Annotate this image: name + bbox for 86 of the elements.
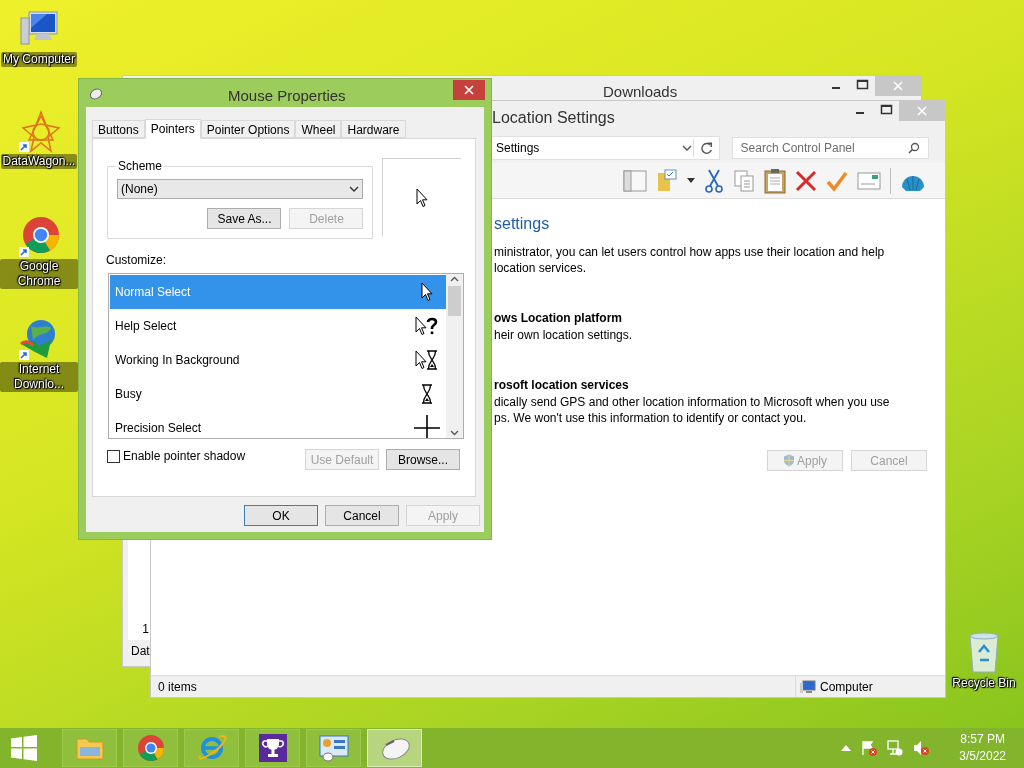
panel-layout-icon[interactable]	[623, 169, 647, 192]
network-icon[interactable]	[887, 740, 904, 756]
caret-down-icon[interactable]	[687, 177, 695, 184]
status-text: 0 items	[157, 678, 198, 696]
desktop-shortcut[interactable]: Google Chrome	[0, 215, 78, 289]
scissors-icon[interactable]	[704, 168, 724, 193]
description-line: ministrator, you can let users control how apps use their location and help	[494, 244, 886, 260]
trophy-icon	[258, 734, 287, 762]
table-cell-text: 1	[141, 621, 150, 638]
tab[interactable]: Wheel	[295, 120, 342, 138]
arrow-pointer-icon	[415, 187, 429, 208]
chevron-down-icon	[349, 185, 360, 193]
chrome-icon	[17, 215, 61, 259]
window-title: Mouse Properties	[228, 86, 346, 106]
cursor-row[interactable]: Working In Background	[110, 343, 446, 377]
tab[interactable]: Buttons	[92, 120, 145, 138]
shortcut-label: Google Chrome	[0, 259, 78, 289]
group-label: Scheme	[117, 158, 164, 175]
tab[interactable]: Hardware	[341, 120, 406, 138]
computer-icon	[800, 679, 816, 694]
caret-up-icon[interactable]	[841, 745, 852, 751]
speaker-muted-icon[interactable]	[913, 740, 930, 756]
checkbox[interactable]	[107, 449, 120, 463]
dialog-button[interactable]: Browse...	[386, 449, 460, 470]
cursor-row[interactable]: Busy	[110, 377, 446, 411]
chevron-down-icon	[450, 430, 459, 436]
search-field[interactable]: Search Control Panel	[731, 137, 929, 159]
folder-check-icon[interactable]	[656, 168, 678, 193]
close-icon	[893, 81, 903, 91]
window-title: Location Settings	[492, 108, 615, 128]
desktop-shortcut[interactable]: Internet Downlo...	[0, 318, 78, 392]
clipboard-icon[interactable]	[764, 167, 786, 194]
close-icon	[917, 106, 927, 116]
cursor-row[interactable]: Help Select	[110, 309, 446, 343]
shield-icon	[783, 454, 795, 467]
page-heading: settings	[494, 214, 551, 234]
windows-logo-icon	[11, 735, 37, 761]
ie-icon	[196, 734, 227, 762]
section-title: rosoft location services	[494, 377, 630, 394]
hourglass-icon	[420, 383, 434, 405]
shortcut-label: Internet Downlo...	[0, 362, 78, 392]
control-panel-icon	[317, 734, 350, 762]
dialog-button[interactable]: OK	[244, 505, 318, 526]
arrow-pointer-icon	[420, 282, 434, 302]
shortcut-label: My Computer	[1, 52, 77, 67]
working-pointer-icon	[415, 350, 439, 370]
window-title: Downloads	[603, 82, 678, 102]
shortcut-label: DataWagon...	[0, 154, 78, 169]
description-line: location services.	[494, 260, 588, 276]
close-icon	[464, 85, 474, 95]
section-title: ows Location platform	[494, 310, 623, 327]
shortcut-label: Recycle Bin	[952, 675, 1016, 692]
description-line: heir own location settings.	[494, 327, 634, 343]
close-button[interactable]	[453, 80, 485, 100]
taskbar-button[interactable]	[245, 729, 300, 767]
tab[interactable]: Pointer Options	[200, 120, 296, 138]
address-text: Settings	[495, 140, 541, 157]
chrome-icon	[136, 734, 165, 762]
scrollbar[interactable]	[446, 274, 463, 438]
checkmark-icon[interactable]	[826, 169, 848, 192]
crosshair-icon	[414, 415, 440, 438]
chevron-up-icon	[450, 276, 459, 282]
delete-x-icon[interactable]	[795, 169, 817, 192]
taskbar-button[interactable]	[306, 729, 361, 767]
column-header: Dat	[130, 643, 151, 660]
description-line: dically send GPS and other location information to Microsoft when you use	[494, 394, 891, 410]
recycle-bin-icon	[966, 630, 1002, 674]
search-input[interactable]: Search Control Panel	[732, 139, 908, 157]
scrollbar-thumb[interactable]	[448, 286, 461, 316]
mouse-icon	[88, 85, 104, 101]
card-icon[interactable]	[857, 171, 881, 190]
flag-icon[interactable]	[861, 740, 878, 756]
field-label: Customize:	[106, 252, 168, 269]
star-pattern-icon	[17, 110, 61, 154]
description-line: ps. We won't use this information to identify or contact you.	[494, 410, 808, 426]
cursor-row[interactable]: Precision Select	[110, 411, 446, 438]
shadow-checkbox[interactable]: Enable pointer shadow	[107, 447, 246, 465]
status-location: Computer	[820, 678, 873, 696]
address-bar[interactable]: Settings	[489, 136, 720, 160]
folder-icon	[74, 735, 105, 761]
tab[interactable]: Pointers	[144, 119, 201, 139]
dialog-button[interactable]: Cancel	[325, 505, 399, 526]
help-pointer-icon	[415, 316, 439, 336]
scheme-dropdown[interactable]: (None)	[117, 179, 364, 199]
search-icon	[908, 142, 920, 154]
dialog-button[interactable]: Save As...	[207, 208, 282, 229]
